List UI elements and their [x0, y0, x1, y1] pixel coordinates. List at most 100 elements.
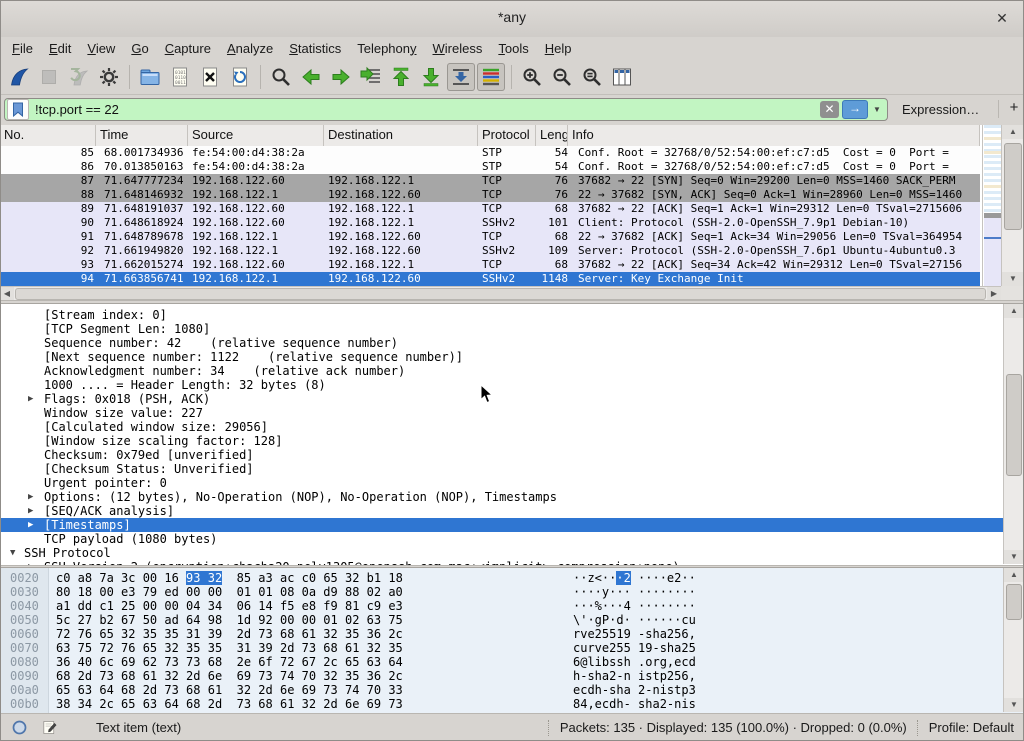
reload-file-icon[interactable] [226, 63, 254, 91]
packet-row-92[interactable]: 9271.661949820192.168.122.1192.168.122.6… [0, 244, 980, 258]
menu-go[interactable]: Go [123, 39, 156, 58]
hex-row-0050[interactable]: 00505c 27 b2 67 50 ad 64 98 1d 92 00 00 … [0, 613, 1000, 627]
packet-row-93[interactable]: 9371.662015274192.168.122.60192.168.122.… [0, 258, 980, 272]
scroll-right-icon[interactable]: ▶ [987, 287, 1001, 301]
menu-analyze[interactable]: Analyze [219, 39, 281, 58]
column-header-length[interactable]: Length [536, 125, 568, 146]
detail-line-1[interactable]: [TCP Segment Len: 1080] [0, 322, 1024, 336]
resize-columns-icon[interactable] [608, 63, 636, 91]
column-header-protocol[interactable]: Protocol [478, 125, 536, 146]
go-forward-icon[interactable] [327, 63, 355, 91]
go-last-packet-icon[interactable] [417, 63, 445, 91]
expand-icon[interactable]: ▶ [28, 490, 33, 504]
display-filter-field[interactable]: !tcp.port == 22 ✕ → ▼ [4, 98, 888, 121]
scrollbar-thumb[interactable] [15, 288, 986, 300]
filter-bookmark-icon[interactable] [7, 99, 29, 120]
scroll-down-icon[interactable]: ▼ [1002, 272, 1024, 286]
packet-row-89[interactable]: 8971.648191037192.168.122.60192.168.122.… [0, 202, 980, 216]
save-file-icon[interactable]: 010101100011 [166, 63, 194, 91]
packet-row-94[interactable]: 9471.663856741192.168.122.1192.168.122.6… [0, 272, 980, 286]
hex-row-0040[interactable]: 0040a1 dd c1 25 00 00 04 34 06 14 f5 e8 … [0, 599, 1000, 613]
menu-wireless[interactable]: Wireless [425, 39, 491, 58]
go-back-icon[interactable] [297, 63, 325, 91]
details-vertical-scrollbar[interactable]: ▲ ▼ [1003, 304, 1024, 564]
filter-apply-icon[interactable]: → [842, 100, 868, 119]
auto-scroll-icon[interactable] [447, 63, 475, 91]
zoom-reset-icon[interactable] [578, 63, 606, 91]
scrollbar-thumb[interactable] [1006, 374, 1022, 476]
menu-file[interactable]: File [4, 39, 41, 58]
detail-line-10[interactable]: Checksum: 0x79ed [unverified] [0, 448, 1024, 462]
hex-row-0080[interactable]: 008036 40 6c 69 62 73 73 68 2e 6f 72 67 … [0, 655, 1000, 669]
packet-row-87[interactable]: 8771.647777234192.168.122.60192.168.122.… [0, 174, 980, 188]
menu-view[interactable]: View [79, 39, 123, 58]
expand-icon[interactable]: ▶ [28, 504, 33, 518]
detail-line-6[interactable]: ▶Flags: 0x018 (PSH, ACK) [0, 392, 1024, 406]
expand-icon[interactable]: ▶ [28, 518, 33, 532]
detail-line-2[interactable]: Sequence number: 42 (relative sequence n… [0, 336, 1024, 350]
menu-telephony[interactable]: Telephony [349, 39, 424, 58]
detail-line-7[interactable]: Window size value: 227 [0, 406, 1024, 420]
hex-row-0060[interactable]: 006072 76 65 32 35 35 31 39 2d 73 68 61 … [0, 627, 1000, 641]
scroll-up-icon[interactable]: ▲ [1004, 304, 1024, 318]
scroll-down-icon[interactable]: ▼ [1004, 550, 1024, 564]
close-window-button[interactable]: ✕ [992, 8, 1012, 28]
packet-row-88[interactable]: 8871.648146932192.168.122.1192.168.122.6… [0, 188, 980, 202]
column-header-destination[interactable]: Destination [324, 125, 478, 146]
open-file-icon[interactable] [136, 63, 164, 91]
detail-line-0[interactable]: [Stream index: 0] [0, 308, 1024, 322]
scroll-up-icon[interactable]: ▲ [1002, 125, 1024, 139]
hex-row-0090[interactable]: 009068 2d 73 68 61 32 2d 6e 69 73 74 70 … [0, 669, 1000, 683]
detail-line-11[interactable]: [Checksum Status: Unverified] [0, 462, 1024, 476]
scrollbar-thumb[interactable] [1006, 584, 1022, 620]
detail-line-4[interactable]: Acknowledgment number: 34 (relative ack … [0, 364, 1024, 378]
detail-line-3[interactable]: [Next sequence number: 1122 (relative se… [0, 350, 1024, 364]
packet-list-vertical-scrollbar[interactable]: ▲ ▼ [1001, 125, 1024, 286]
go-to-packet-icon[interactable] [357, 63, 385, 91]
detail-line-9[interactable]: [Window size scaling factor: 128] [0, 434, 1024, 448]
status-profile[interactable]: Profile: Default [929, 720, 1014, 735]
capture-comment-icon[interactable] [38, 717, 60, 739]
colorize-icon[interactable] [477, 63, 505, 91]
packet-row-86[interactable]: 8670.013850163fe:54:00:d4:38:2aSTP54Conf… [0, 160, 980, 174]
packet-row-91[interactable]: 9171.648789678192.168.122.1192.168.122.6… [0, 230, 980, 244]
hex-row-00a0[interactable]: 00a065 63 64 68 2d 73 68 61 32 2d 6e 69 … [0, 683, 1000, 697]
detail-line-12[interactable]: Urgent pointer: 0 [0, 476, 1024, 490]
scroll-down-icon[interactable]: ▼ [1004, 698, 1024, 712]
hex-row-0020[interactable]: 0020c0 a8 7a 3c 00 16 93 32 85 a3 ac c0 … [0, 571, 1000, 585]
zoom-out-icon[interactable] [548, 63, 576, 91]
expand-icon[interactable]: ▶ [28, 392, 33, 406]
column-header-info[interactable]: Info [568, 125, 980, 146]
go-first-packet-icon[interactable] [387, 63, 415, 91]
column-header-source[interactable]: Source [188, 125, 324, 146]
detail-line-5[interactable]: 1000 .... = Header Length: 32 bytes (8) [0, 378, 1024, 392]
scrollbar-thumb[interactable] [1004, 143, 1022, 230]
start-capture-icon[interactable] [5, 63, 33, 91]
capture-options-icon[interactable] [95, 63, 123, 91]
menu-help[interactable]: Help [537, 39, 580, 58]
detail-line-14[interactable]: ▶[SEQ/ACK analysis] [0, 504, 1024, 518]
menu-capture[interactable]: Capture [157, 39, 219, 58]
hex-row-0070[interactable]: 007063 75 72 76 65 32 35 35 31 39 2d 73 … [0, 641, 1000, 655]
hex-row-0030[interactable]: 003080 18 00 e3 79 ed 00 00 01 01 08 0a … [0, 585, 1000, 599]
detail-line-13[interactable]: ▶Options: (12 bytes), No-Operation (NOP)… [0, 490, 1024, 504]
add-filter-button[interactable]: + [1006, 99, 1022, 119]
packet-row-90[interactable]: 9071.648618924192.168.122.60192.168.122.… [0, 216, 980, 230]
menu-tools[interactable]: Tools [490, 39, 536, 58]
close-file-icon[interactable] [196, 63, 224, 91]
packet-list-horizontal-scrollbar[interactable]: ◀ ▶ [0, 286, 1001, 301]
detail-line-8[interactable]: [Calculated window size: 29056] [0, 420, 1024, 434]
hex-row-00b0[interactable]: 00b038 34 2c 65 63 64 68 2d 73 68 61 32 … [0, 697, 1000, 711]
expression-button[interactable]: Expression… [902, 102, 979, 117]
detail-line-15[interactable]: ▶[Timestamps] [0, 518, 1024, 532]
find-packet-icon[interactable] [267, 63, 295, 91]
detail-line-16[interactable]: TCP payload (1080 bytes) [0, 532, 1024, 546]
menu-edit[interactable]: Edit [41, 39, 79, 58]
filter-dropdown-icon[interactable]: ▼ [871, 105, 883, 114]
column-header-no[interactable]: No. [0, 125, 96, 146]
filter-clear-icon[interactable]: ✕ [820, 101, 839, 118]
menu-statistics[interactable]: Statistics [281, 39, 349, 58]
expert-info-icon[interactable] [8, 717, 30, 739]
collapse-icon[interactable]: ▼ [10, 546, 15, 560]
detail-line-17[interactable]: ▼SSH Protocol [0, 546, 1024, 560]
